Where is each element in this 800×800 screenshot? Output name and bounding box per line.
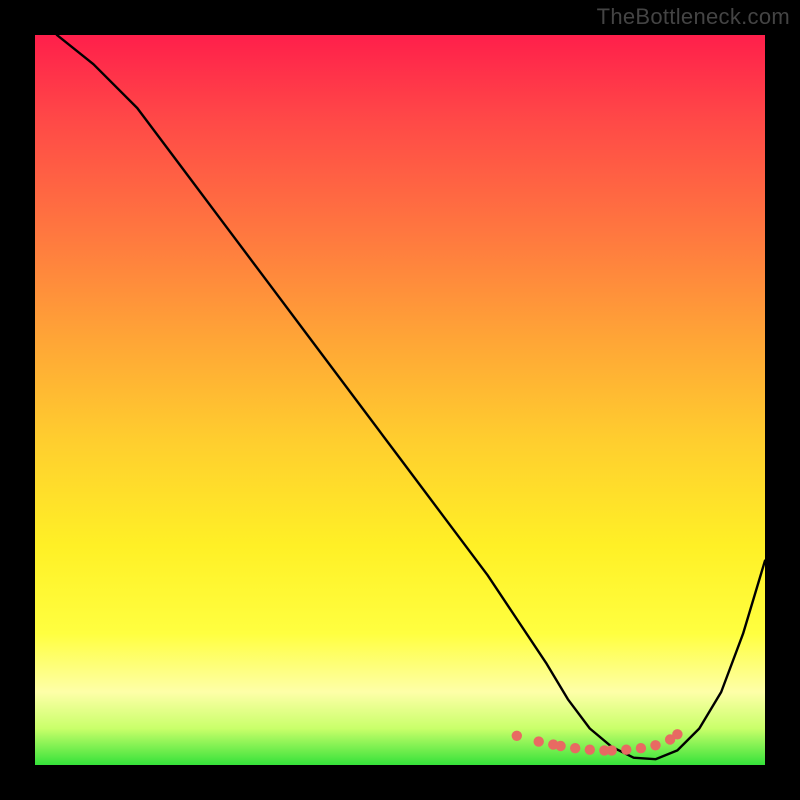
watermark-text: TheBottleneck.com — [597, 4, 790, 30]
chart-frame: TheBottleneck.com — [0, 0, 800, 800]
plot-gradient-background — [35, 35, 765, 765]
